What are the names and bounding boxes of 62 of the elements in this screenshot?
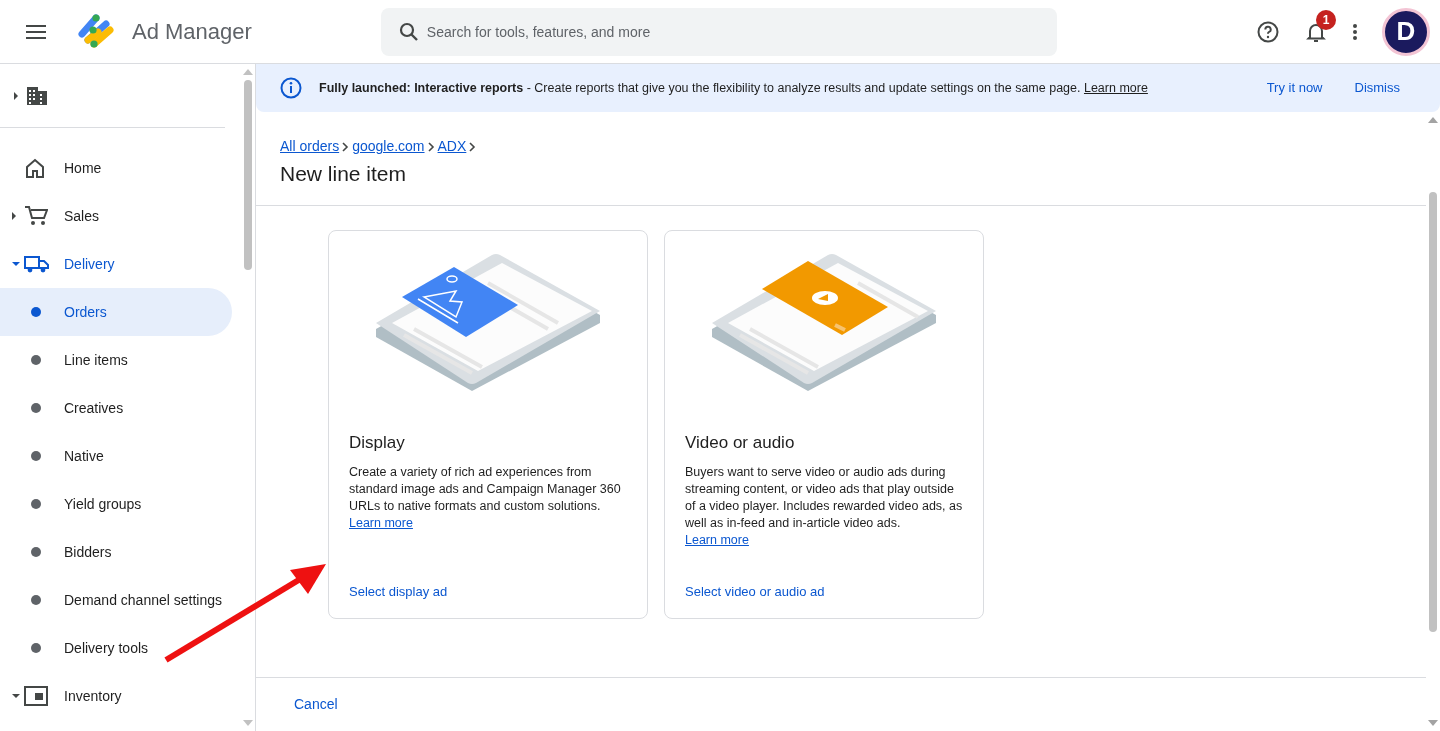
sidebar-subitem[interactable]: Demand channel settings (0, 576, 232, 624)
banner-action-button[interactable]: Try it now (1266, 78, 1323, 98)
bullet-icon (31, 403, 41, 413)
account-avatar[interactable]: D (1382, 7, 1430, 56)
expand-caret-icon[interactable] (12, 212, 16, 220)
info-icon (280, 77, 302, 99)
help-icon[interactable] (1256, 19, 1280, 44)
sidebar-subitem[interactable]: Bidders (0, 528, 232, 576)
bullet-icon (31, 547, 41, 557)
bullet-icon (31, 499, 41, 509)
ad-type-card[interactable] (664, 230, 984, 619)
cart-icon (24, 205, 48, 227)
chevron-right-icon (342, 141, 350, 152)
learn-more-link[interactable]: Learn more (1083, 80, 1148, 95)
sidebar-subitem[interactable]: Line items (0, 336, 232, 384)
sidebar-subitem[interactable]: Yield groups (0, 480, 232, 528)
learn-more-link[interactable]: Learn more (349, 515, 413, 530)
sidebar-subitem[interactable]: Native (0, 432, 232, 480)
product-name: Ad Manager (132, 18, 252, 46)
ad-type-card[interactable]: Display Create a variety of rich ad experiences from standard image ads and Campaign Manager 360 URLs to native formats and custom solutions. Learn more Select display ad (328, 230, 648, 619)
notification-button[interactable]: 1 (1304, 9, 1338, 44)
bullet-icon (31, 451, 41, 461)
chevron-right-icon (427, 141, 435, 152)
search-field[interactable]: Search for tools, features, and more (380, 7, 1057, 56)
breadcrumb-link[interactable]: ADX (437, 136, 467, 157)
more-options-icon[interactable] (1352, 22, 1358, 41)
breadcrumb-link[interactable]: google.com (352, 136, 425, 157)
learn-more-link[interactable]: Learn more (685, 532, 749, 547)
sidebar-item[interactable]: Home (64, 157, 102, 179)
bullet-icon (31, 595, 41, 605)
card-description: Create a variety of rich ad experiences from standard image ads and Campaign Manager 360 URLs to native formats and custom solutions. Learn more (349, 463, 622, 532)
collapse-caret-icon[interactable] (12, 262, 20, 266)
card-description: Buyers want to serve video or audio ads during streaming content, or video ads that play outside of a video player. Includes rewarded video ads, as well as in-feed and in-article video ads. Learn more (685, 463, 963, 549)
banner-message: Fully launched: Interactive reports - Create reports that give you the flexibility to analyze results and update settings on the same page. Learn more (319, 79, 1148, 97)
page-title: New line item (280, 161, 408, 187)
sidebar-item[interactable]: Inventory (64, 685, 122, 707)
building-icon[interactable] (26, 85, 48, 106)
sidebar-subitem[interactable]: Orders (0, 288, 232, 336)
bullet-icon (31, 307, 41, 317)
banner-action-button[interactable]: Dismiss (1354, 78, 1400, 98)
sidebar-subitem[interactable]: Delivery tools (0, 624, 232, 672)
select-ad-button[interactable]: Select video or audio ad (685, 581, 825, 601)
collapse-caret-icon[interactable] (12, 694, 20, 698)
bullet-icon (31, 355, 41, 365)
screen-icon (24, 686, 48, 706)
bullet-icon (31, 643, 41, 653)
expand-caret-icon[interactable] (14, 91, 18, 100)
cancel-button[interactable]: Cancel (294, 694, 338, 715)
home-icon (24, 158, 46, 178)
truck-icon (24, 255, 50, 273)
scrollbar-thumb[interactable] (244, 80, 252, 270)
card-title: Display (349, 432, 406, 454)
breadcrumb-link[interactable]: All orders (280, 136, 340, 157)
sidebar-item[interactable]: Sales (64, 205, 100, 227)
card-title: Video or audio (685, 432, 796, 454)
sidebar-item[interactable]: Delivery (64, 253, 115, 275)
sidebar-subitem[interactable]: Creatives (0, 384, 232, 432)
chevron-right-icon (469, 141, 477, 152)
search-icon (398, 21, 419, 42)
scrollbar-thumb[interactable] (1429, 192, 1437, 632)
select-ad-button[interactable]: Select display ad (349, 581, 448, 601)
notification-count: 1 (1316, 9, 1336, 30)
